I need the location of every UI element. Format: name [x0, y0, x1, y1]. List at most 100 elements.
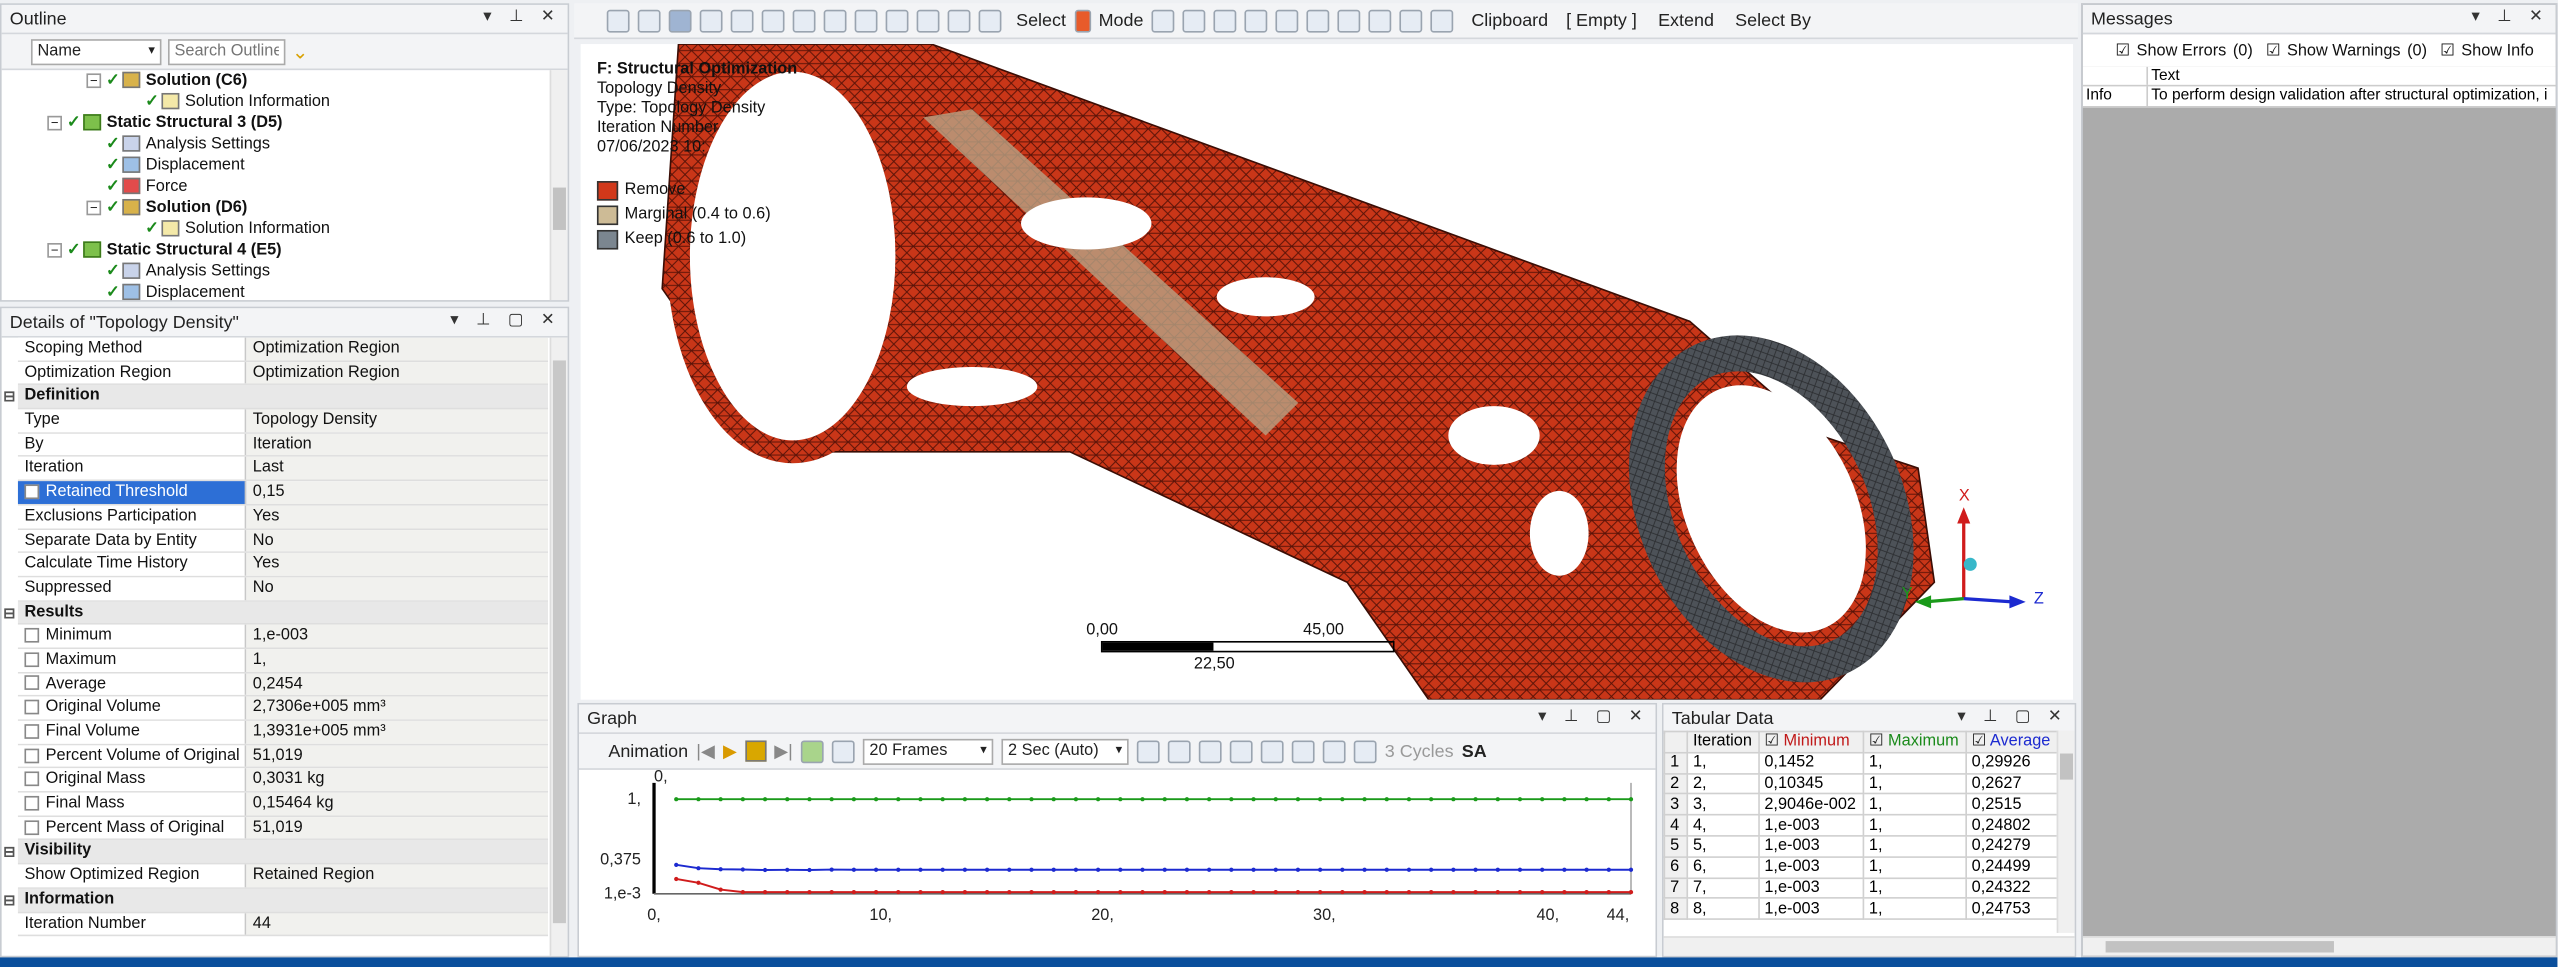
first-frame-icon[interactable]: |◀ [696, 740, 714, 762]
details-row[interactable]: By Iteration [17, 433, 549, 458]
details-value[interactable]: 0,15464 kg [246, 792, 549, 816]
table-row[interactable]: 8 8, 1,e-003 1, 0,24753 [1663, 897, 2059, 921]
named-select-icon[interactable] [1399, 8, 1423, 32]
details-value[interactable]: 51,019 [246, 744, 549, 768]
checkbox-icon[interactable]: ☑ [1869, 733, 1884, 751]
details-scrollbar[interactable] [549, 337, 568, 956]
scrollbar-thumb[interactable] [2105, 941, 2334, 953]
viewport-3d[interactable]: F: Structural Optimization Topology Dens… [580, 44, 2074, 700]
collapse-icon[interactable]: ⊟ [3, 889, 15, 912]
details-section-header[interactable]: Results ⊟ [3, 601, 549, 626]
body-select-icon[interactable] [1244, 8, 1268, 32]
face-select-icon[interactable] [1213, 8, 1237, 32]
details-row[interactable]: Separate Data by Entity No [17, 529, 549, 554]
details-value[interactable]: Last [246, 457, 549, 480]
details-value[interactable]: 1,e-003 [246, 625, 549, 648]
details-row[interactable]: Show Optimized Region Retained Region [17, 864, 549, 889]
geometry-model[interactable] [581, 44, 2073, 700]
zoom-box-icon[interactable] [885, 8, 909, 32]
details-row[interactable]: Final Mass 0,15464 kg [17, 792, 549, 817]
tabular-hscrollbar[interactable] [1663, 936, 2075, 956]
parameter-checkbox[interactable] [24, 484, 40, 500]
details-section-header[interactable]: Visibility ⊟ [3, 840, 549, 865]
parameter-checkbox[interactable] [24, 771, 40, 787]
details-row[interactable]: Optimization Region Optimization Region [17, 361, 549, 386]
select-button[interactable]: Select [1016, 11, 1066, 31]
panel-controls[interactable]: ▾ ⊥ ▢ ✕ [450, 312, 561, 330]
details-row[interactable]: Iteration Last [17, 457, 549, 482]
table-row[interactable]: 6 6, 1,e-003 1, 0,24499 [1663, 855, 2059, 879]
show-errors-checkbox[interactable]: ☑ [2115, 42, 2130, 60]
tree-item[interactable]: − ✓ Static Structural 3 (D5) [2, 113, 568, 134]
details-section-header[interactable]: Definition ⊟ [3, 385, 549, 410]
message-row[interactable]: Info To perform design validation after … [2082, 86, 2556, 108]
table-row[interactable]: 7 7, 1,e-003 1, 0,24322 [1663, 876, 2059, 900]
panel-controls[interactable]: ▾ ⊥ ▢ ✕ [1538, 708, 1649, 726]
parameter-checkbox[interactable] [24, 723, 40, 739]
tree-item[interactable]: ✓ Solution Information [2, 219, 568, 240]
filter-icon[interactable]: ⌄ [292, 40, 308, 63]
tree-item[interactable]: ✓ Force [2, 176, 568, 197]
parameter-checkbox[interactable] [24, 795, 40, 811]
parameter-checkbox[interactable] [24, 819, 40, 835]
search-icon[interactable] [978, 8, 1002, 32]
select-by-dropdown[interactable]: Select By [1735, 11, 1811, 31]
export-video-icon[interactable] [1136, 739, 1160, 763]
color-table-icon[interactable] [1198, 739, 1222, 763]
magnify-icon[interactable] [947, 8, 971, 32]
details-row[interactable]: Maximum 1, [17, 649, 549, 673]
table-row[interactable]: 5 5, 1,e-003 1, 0,24279 [1663, 835, 2059, 858]
collapse-icon[interactable]: ⊟ [3, 386, 15, 409]
details-value[interactable]: 1, [246, 649, 549, 672]
tree-item[interactable]: ✓ Displacement [2, 155, 568, 176]
zoom-in-icon[interactable] [606, 8, 630, 32]
tree-item[interactable]: − ✓ Solution (C6) [2, 70, 568, 91]
details-row[interactable]: Iteration Number 44 [17, 912, 549, 937]
cycles-field[interactable]: 3 Cycles [1385, 741, 1454, 761]
tree-item[interactable]: ✓ Solution Information [2, 91, 568, 112]
col-header-average[interactable]: ☑ Average [1965, 730, 2059, 754]
details-value[interactable]: Optimization Region [246, 361, 549, 384]
details-row[interactable]: Original Mass 0,3031 kg [17, 768, 549, 793]
col-header-iteration[interactable]: Iteration [1686, 730, 1760, 754]
last-frame-icon[interactable]: ▶| [774, 740, 792, 762]
zoom-all-icon[interactable] [916, 8, 940, 32]
details-value[interactable]: 0,3031 kg [246, 768, 549, 792]
graph-icon[interactable] [1430, 8, 1454, 32]
tree-item[interactable]: ✓ Analysis Settings [2, 134, 568, 155]
vertex-select-icon[interactable] [1151, 8, 1175, 32]
show-warnings-checkbox[interactable]: ☑ [2266, 42, 2281, 60]
tools-icon[interactable] [1260, 739, 1284, 763]
details-section-header[interactable]: Information ⊟ [3, 888, 549, 913]
details-value[interactable]: Yes [246, 505, 549, 528]
details-row[interactable]: Type Topology Density [17, 409, 549, 434]
zoom-fit-icon[interactable] [854, 8, 878, 32]
table-row[interactable]: 1 1, 0,1452 1, 0,29926 [1663, 751, 2059, 775]
details-value[interactable]: Optimization Region [246, 337, 549, 360]
details-value[interactable]: 0,2454 [246, 672, 549, 696]
clipboard-dropdown[interactable]: Clipboard [1471, 11, 1548, 31]
frames-dropdown[interactable]: 20 Frames ▾ [862, 738, 994, 765]
table-row[interactable]: 3 3, 2,9046e-002 1, 0,2515 [1663, 793, 2059, 816]
details-value[interactable]: 44 [246, 912, 549, 935]
panel-controls[interactable]: ▾ ⊥ ✕ [483, 8, 561, 26]
messages-hscrollbar[interactable] [2082, 936, 2556, 956]
edge-select-icon[interactable] [1182, 8, 1206, 32]
collapse-icon[interactable]: − [47, 242, 62, 258]
sa-button[interactable]: SA [1462, 741, 1487, 761]
collapse-icon[interactable]: ⊟ [3, 841, 15, 864]
cursor-icon[interactable] [1074, 8, 1091, 32]
shaded-view-icon[interactable] [730, 8, 754, 32]
details-value[interactable]: 1,3931e+005 mm³ [246, 720, 549, 744]
flag-icon[interactable] [1353, 739, 1377, 763]
details-value[interactable]: Yes [246, 553, 549, 576]
scrollbar-thumb[interactable] [552, 360, 566, 924]
search-outline-input[interactable] [167, 38, 286, 65]
details-row[interactable]: Scoping Method Optimization Region [17, 337, 549, 362]
details-row[interactable]: Original Volume 2,7306e+005 mm³ [17, 696, 549, 721]
details-row[interactable]: Suppressed No [17, 577, 549, 602]
tree-item[interactable]: − ✓ Static Structural 4 (E5) [2, 240, 568, 261]
duration-dropdown[interactable]: 2 Sec (Auto) ▾ [1001, 738, 1129, 765]
panel-controls[interactable]: ▾ ⊥ ✕ [2472, 8, 2550, 26]
col-header-maximum[interactable]: ☑ Maximum [1862, 730, 1967, 754]
